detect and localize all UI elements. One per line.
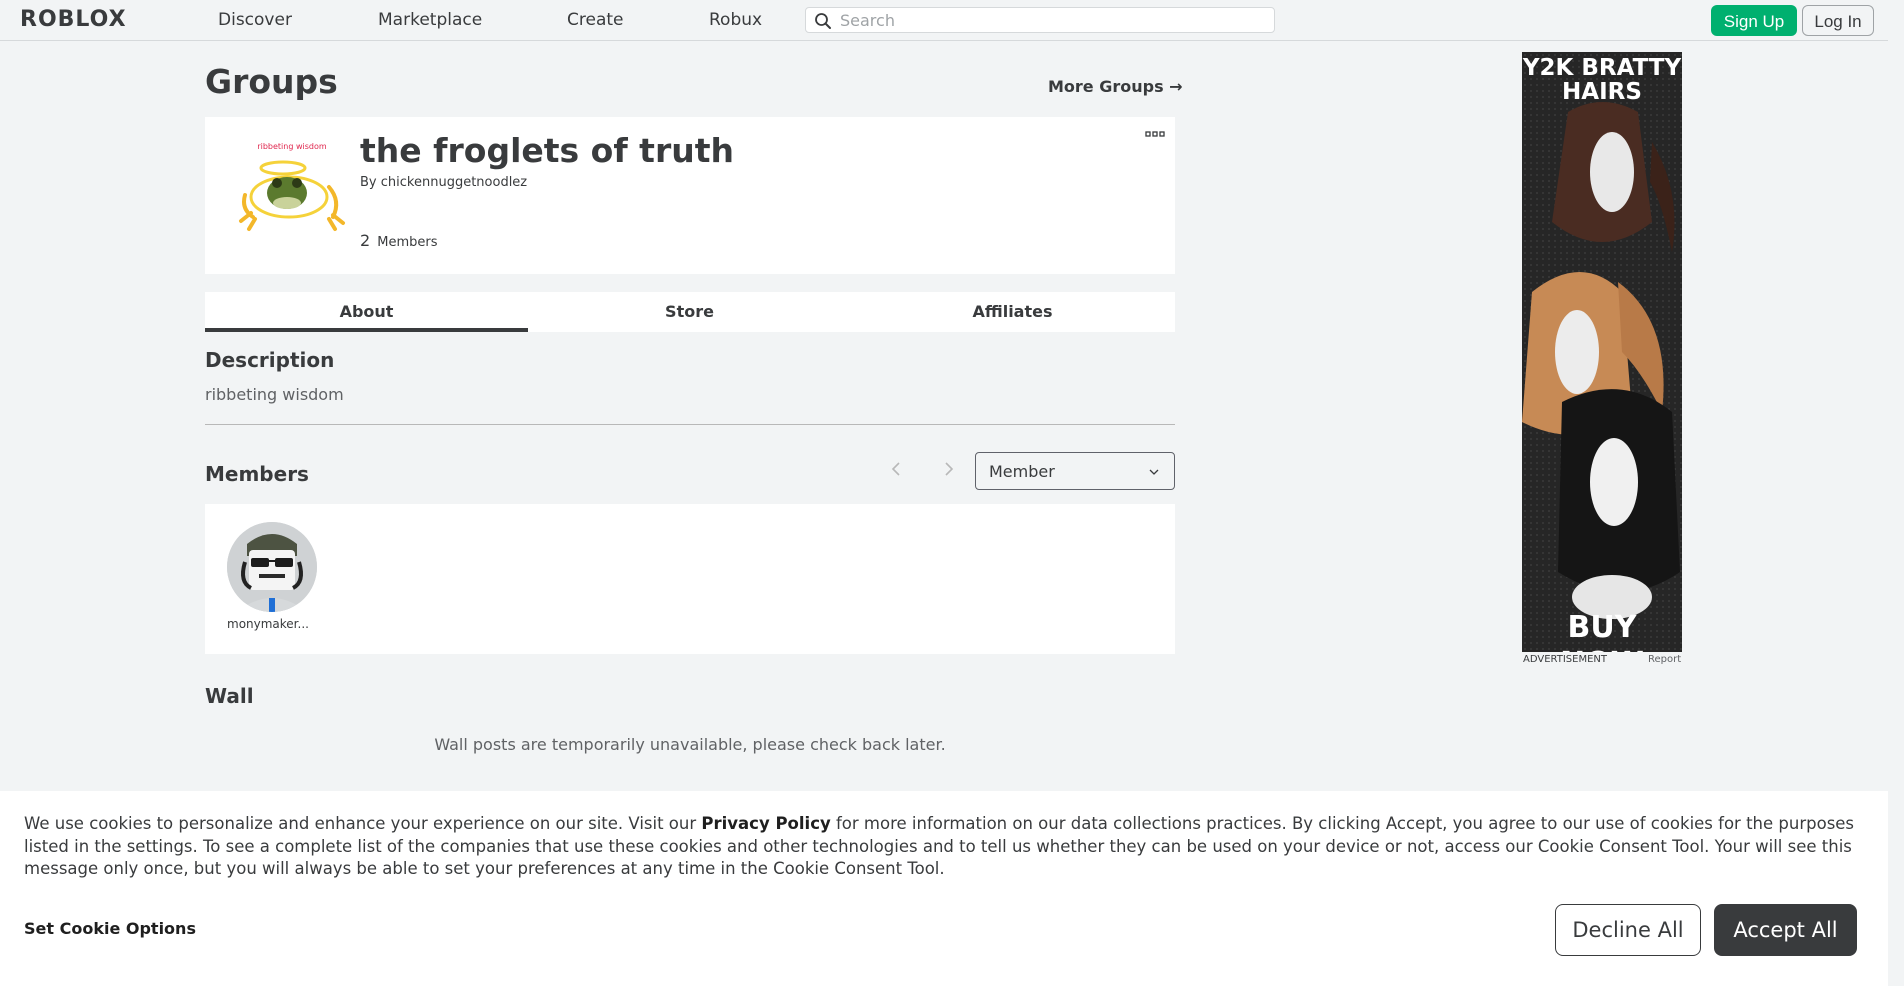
wall-unavailable-message: Wall posts are temporarily unavailable, … bbox=[434, 735, 946, 754]
page-title: Groups bbox=[205, 62, 338, 101]
tab-affiliates[interactable]: Affiliates bbox=[851, 292, 1174, 332]
search-icon bbox=[815, 13, 831, 29]
privacy-policy-link[interactable]: Privacy Policy bbox=[701, 814, 830, 833]
divider bbox=[205, 424, 1175, 425]
scrollbar[interactable] bbox=[1888, 40, 1904, 986]
tab-about[interactable]: About bbox=[205, 292, 528, 332]
owner-link[interactable]: chickennuggetnoodlez bbox=[381, 175, 527, 190]
sign-up-button[interactable]: Sign Up bbox=[1711, 5, 1797, 36]
roblox-logo[interactable]: ROBLOX bbox=[20, 8, 127, 32]
group-owner: By chickennuggetnoodlez bbox=[360, 175, 527, 190]
advertisement-label: ADVERTISEMENT bbox=[1523, 654, 1608, 665]
advertisement-banner[interactable]: Y2K BRATTY HAIRS BUY NOW bbox=[1522, 52, 1682, 652]
member-tile[interactable]: monymaker... bbox=[227, 522, 317, 631]
search-box[interactable] bbox=[805, 7, 1275, 33]
frog-emblem-image: ribbeting wisdom bbox=[233, 137, 351, 237]
members-heading: Members bbox=[205, 462, 309, 486]
nav-discover[interactable]: Discover bbox=[218, 9, 292, 31]
member-count: 2 Members bbox=[360, 231, 438, 250]
avatar[interactable] bbox=[227, 522, 317, 612]
description-text: ribbeting wisdom bbox=[205, 385, 344, 404]
group-tabs: About Store Affiliates bbox=[205, 292, 1175, 332]
member-count-value: 2 bbox=[360, 231, 371, 250]
chevron-down-icon bbox=[1149, 469, 1159, 475]
search-input[interactable] bbox=[840, 9, 1260, 31]
group-name: the froglets of truth bbox=[360, 131, 734, 170]
cookie-message: We use cookies to personalize and enhanc… bbox=[24, 813, 1864, 881]
ad-report-link[interactable]: Report bbox=[1648, 654, 1681, 665]
nav-create[interactable]: Create bbox=[567, 9, 624, 31]
group-header-card: ribbeting wisdom the froglets of truth B… bbox=[205, 117, 1175, 274]
wall-heading: Wall bbox=[205, 684, 254, 708]
accept-all-button[interactable]: Accept All bbox=[1714, 904, 1857, 956]
cookie-text-before: We use cookies to personalize and enhanc… bbox=[24, 814, 702, 833]
chevron-left-icon[interactable] bbox=[889, 458, 903, 480]
emblem-caption: ribbeting wisdom bbox=[257, 142, 327, 151]
ad-image bbox=[1522, 52, 1682, 652]
avatar-image bbox=[227, 522, 317, 612]
top-navigation-bar: ROBLOX Discover Marketplace Create Robux… bbox=[0, 0, 1904, 41]
members-list: monymaker... bbox=[205, 504, 1175, 654]
chevron-right-icon[interactable] bbox=[942, 458, 956, 480]
log-in-button[interactable]: Log In bbox=[1802, 5, 1874, 36]
more-options-icon[interactable] bbox=[1145, 129, 1165, 141]
cookie-consent-banner: We use cookies to personalize and enhanc… bbox=[0, 791, 1888, 986]
ad-buy-now[interactable]: BUY NOW bbox=[1522, 610, 1682, 652]
decline-all-button[interactable]: Decline All bbox=[1555, 904, 1701, 956]
role-dropdown[interactable]: Member bbox=[975, 452, 1175, 490]
set-cookie-options-link[interactable]: Set Cookie Options bbox=[24, 919, 196, 938]
group-emblem: ribbeting wisdom bbox=[233, 137, 351, 237]
member-count-label: Members bbox=[377, 235, 438, 250]
member-name[interactable]: monymaker... bbox=[227, 617, 317, 631]
role-dropdown-value: Member bbox=[989, 462, 1055, 481]
more-groups-link[interactable]: More Groups → bbox=[1048, 77, 1183, 96]
ad-title: Y2K BRATTY HAIRS bbox=[1522, 55, 1682, 105]
owner-prefix: By bbox=[360, 175, 377, 190]
nav-marketplace[interactable]: Marketplace bbox=[378, 9, 482, 31]
tab-store[interactable]: Store bbox=[528, 292, 851, 332]
nav-robux[interactable]: Robux bbox=[709, 9, 762, 31]
description-heading: Description bbox=[205, 348, 335, 372]
